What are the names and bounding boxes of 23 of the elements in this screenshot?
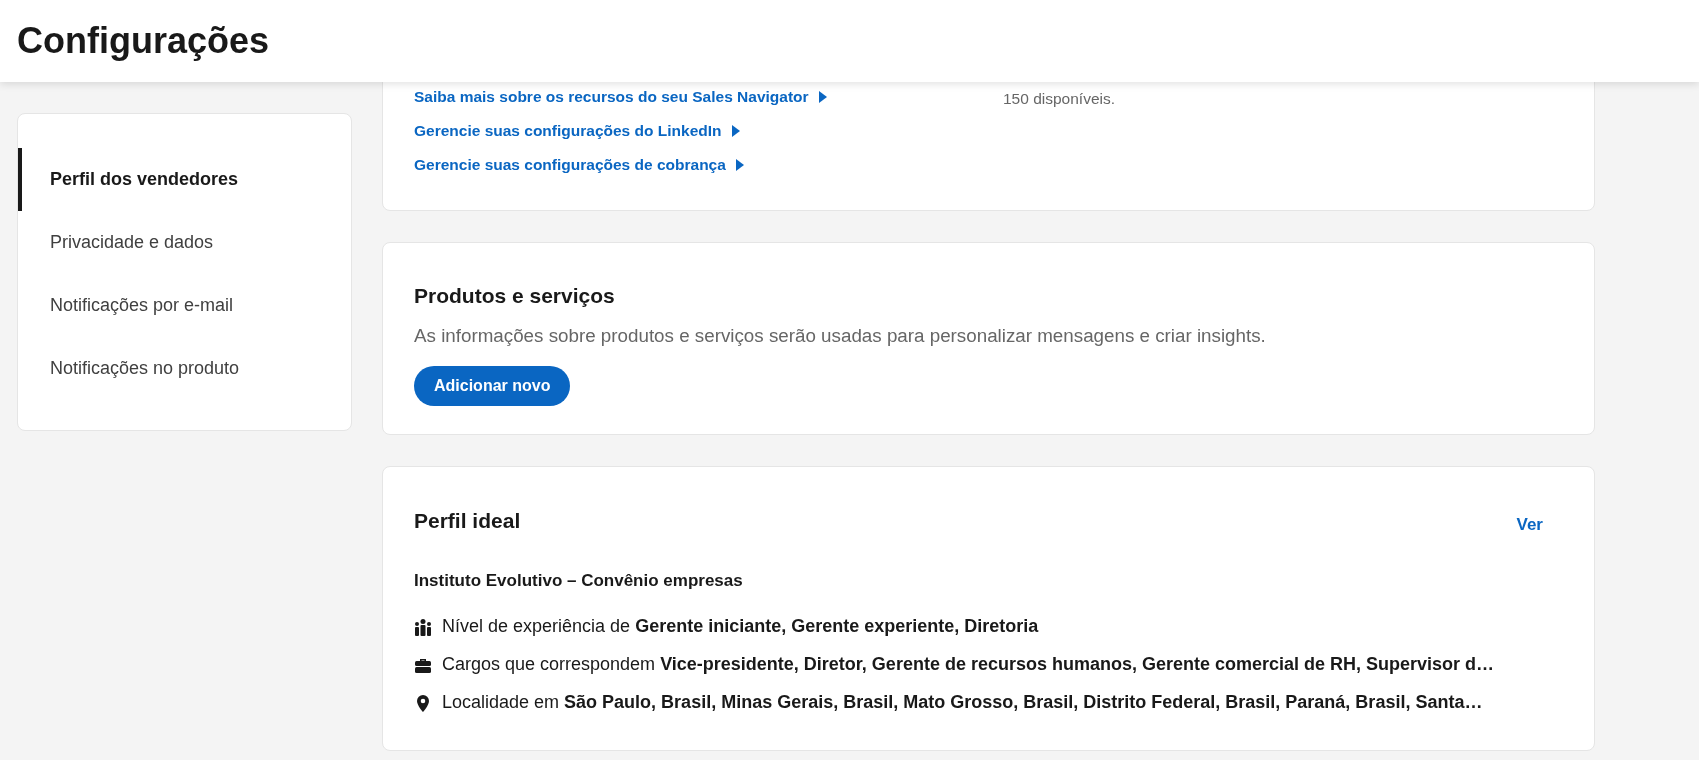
- section-description: As informações sobre produtos e serviços serão usadas para personalizar mensagens e criar insights.: [414, 323, 1267, 348]
- sidebar-item[interactable]: Perfil dos vendedores: [18, 148, 351, 211]
- profile-name: Instituto Evolutivo – Convênio empresas: [414, 569, 744, 592]
- page-title: Configurações: [17, 19, 270, 63]
- available-count: 150 disponíveis.: [1003, 89, 1116, 109]
- section-title: Perfil ideal: [414, 508, 521, 534]
- caret-icon: [818, 91, 827, 103]
- criteria-text: Localidade em São Paulo, Brasil, Minas Gerais, Brasil, Mato Grosso, Brasil, Distrito Federal, Brasil, Paraná, Brasil, Santa…: [442, 691, 1483, 714]
- location-pin-icon: [414, 693, 432, 712]
- link[interactable]: Saiba mais sobre os recursos do seu Sales Navigator: [414, 85, 827, 109]
- add-new-button[interactable]: Adicionar novo: [414, 365, 571, 406]
- view-link[interactable]: Ver: [1516, 512, 1543, 538]
- caret-icon: [731, 125, 740, 137]
- section-title: Produtos e serviços: [414, 283, 616, 309]
- criteria-text: Cargos que correspondem Vice-presidente, Diretor, Gerente de recursos humanos, Gerente comercial de RH, Supervisor d…: [442, 653, 1495, 676]
- sidebar-item[interactable]: Privacidade e dados: [18, 211, 351, 274]
- link[interactable]: Gerencie suas configurações do LinkedIn: [414, 119, 740, 143]
- sidebar-item[interactable]: Notificações por e-mail: [18, 274, 351, 337]
- sidebar-item[interactable]: Notificações no produto: [18, 337, 351, 400]
- link[interactable]: Gerencie suas configurações de cobrança: [414, 153, 744, 177]
- criteria-text: Nível de experiência de Gerente iniciante, Gerente experiente, Diretoria: [442, 615, 1039, 638]
- caret-icon: [735, 159, 744, 171]
- people-icon: [414, 617, 432, 636]
